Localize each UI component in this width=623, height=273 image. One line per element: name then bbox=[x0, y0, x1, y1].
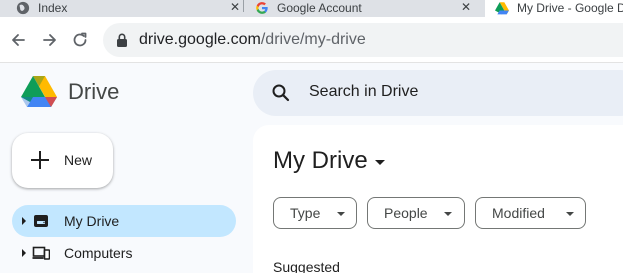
browser-tab-google-account[interactable]: Google Account ✕ bbox=[255, 0, 477, 17]
filter-label: People bbox=[384, 205, 428, 221]
computers-icon bbox=[32, 246, 50, 260]
forward-arrow-icon[interactable] bbox=[40, 30, 60, 50]
browser-tab-my-drive[interactable]: My Drive - Google Drive bbox=[485, 0, 623, 17]
drive-app: Drive Search in Drive New My Drive Compu… bbox=[0, 63, 623, 273]
suggested-heading: Suggested bbox=[273, 259, 340, 273]
tab-separator bbox=[243, 0, 244, 12]
back-arrow-icon[interactable] bbox=[8, 30, 28, 50]
filter-modified-chip[interactable]: Modified bbox=[475, 197, 586, 229]
new-button-label: New bbox=[64, 152, 93, 168]
dropdown-arrow-icon bbox=[337, 212, 345, 216]
browser-tab-label: Google Account bbox=[277, 1, 362, 15]
browser-tab-strip: Index ✕ Google Account ✕ My Drive - Goog… bbox=[0, 0, 623, 17]
url-path: /drive/my-drive bbox=[260, 31, 366, 48]
url-text[interactable]: drive.google.com/drive/my-drive bbox=[139, 31, 366, 49]
close-icon[interactable]: ✕ bbox=[230, 0, 240, 14]
plus-icon bbox=[31, 151, 49, 169]
drive-folder-icon bbox=[34, 215, 48, 227]
globe-icon bbox=[16, 1, 30, 15]
dropdown-arrow-icon bbox=[374, 160, 385, 165]
sidebar-item-label: Computers bbox=[64, 245, 133, 261]
filter-label: Modified bbox=[492, 205, 545, 221]
search-bar[interactable]: Search in Drive bbox=[253, 70, 623, 116]
expand-caret-icon[interactable] bbox=[22, 217, 26, 225]
sidebar-item-computers[interactable]: Computers bbox=[12, 237, 236, 269]
lock-icon[interactable] bbox=[115, 32, 129, 48]
browser-tab-label: Index bbox=[38, 1, 68, 15]
sidebar-item-my-drive[interactable]: My Drive bbox=[12, 205, 236, 237]
dropdown-arrow-icon bbox=[566, 212, 574, 216]
filter-label: Type bbox=[290, 205, 321, 221]
drive-logo-icon bbox=[495, 1, 509, 14]
browser-tab-label: My Drive - Google Drive bbox=[516, 1, 623, 15]
dropdown-arrow-icon bbox=[444, 212, 452, 216]
address-bar[interactable]: drive.google.com/drive/my-drive bbox=[103, 23, 623, 57]
sidebar-item-label: My Drive bbox=[64, 213, 120, 229]
drive-brand[interactable]: Drive bbox=[21, 76, 119, 108]
new-button[interactable]: New bbox=[12, 133, 113, 188]
filter-type-chip[interactable]: Type bbox=[273, 197, 357, 229]
page-title-text: My Drive bbox=[273, 147, 368, 174]
drive-title: Drive bbox=[68, 79, 120, 104]
url-host: drive.google.com bbox=[139, 31, 261, 48]
reload-icon[interactable] bbox=[70, 30, 90, 50]
browser-toolbar: drive.google.com/drive/my-drive bbox=[0, 17, 623, 63]
expand-caret-icon[interactable] bbox=[22, 249, 26, 257]
filter-people-chip[interactable]: People bbox=[367, 197, 465, 229]
search-icon[interactable] bbox=[271, 83, 291, 103]
browser-tab-index[interactable]: Index ✕ bbox=[16, 0, 242, 17]
main-content: My Drive Type People Modified Suggested bbox=[253, 125, 623, 273]
drive-logo-icon bbox=[21, 76, 57, 107]
google-g-icon bbox=[256, 2, 268, 14]
search-input[interactable]: Search in Drive bbox=[309, 83, 418, 101]
page-title[interactable]: My Drive bbox=[273, 147, 385, 175]
close-icon[interactable]: ✕ bbox=[461, 0, 471, 14]
